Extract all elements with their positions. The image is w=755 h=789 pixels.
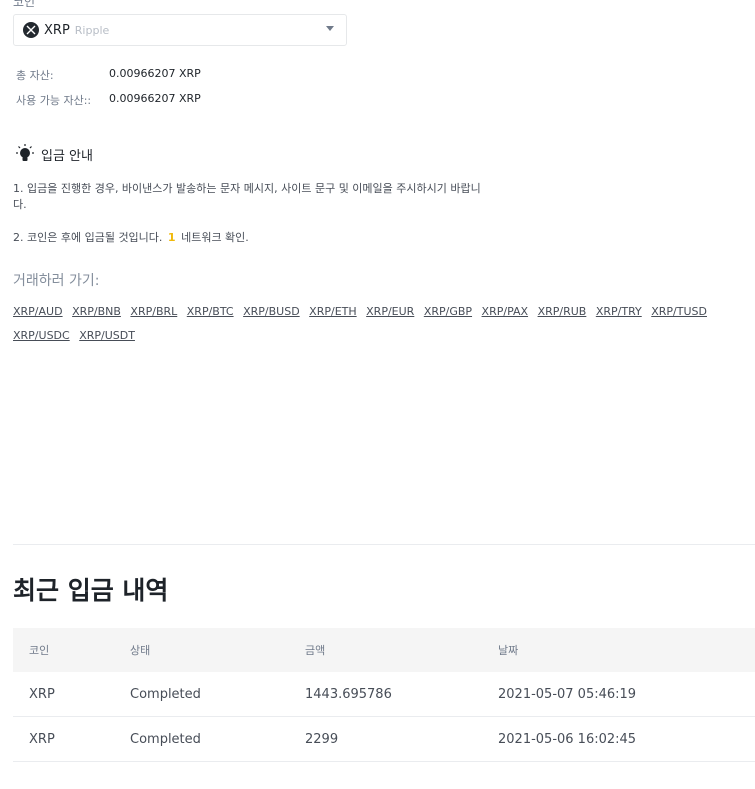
xrp-coin-icon [23, 22, 39, 38]
trading-pair-link[interactable]: XRP/BUSD [243, 305, 300, 318]
trading-pair-link[interactable]: XRP/TRY [596, 305, 642, 318]
row-amount: 2299 [305, 731, 339, 747]
column-header-amount: 금액 [305, 644, 326, 657]
row-date: 2021-05-06 16:02:45 [498, 731, 637, 747]
confirmation-count: 1 [167, 231, 176, 244]
coin-symbol: XRP [44, 22, 70, 38]
lightbulb-icon [16, 144, 34, 161]
guide-line-1: 1. 입금을 진행한 경우, 바이낸스가 발송하는 문자 메시지, 사이트 문구… [13, 182, 481, 211]
available-asset-row: 사용 가능 자산:: 0.00966207 XRP [16, 92, 201, 108]
total-asset-value: 0.00966207 XRP [109, 67, 201, 80]
trading-pair-link[interactable]: XRP/BTC [187, 305, 234, 318]
row-coin: XRP [29, 731, 55, 747]
column-header-date: 날짜 [498, 644, 519, 657]
trading-pair-link[interactable]: XRP/USDT [79, 329, 135, 342]
trading-pair-link[interactable]: XRP/TUSD [651, 305, 707, 318]
trading-pair-link[interactable]: XRP/PAX [482, 305, 529, 318]
caret-down-icon[interactable] [326, 26, 334, 31]
available-asset-label: 사용 가능 자산:: [16, 94, 92, 107]
row-coin: XRP [29, 686, 55, 702]
trade-heading: 거래하러 가기: [13, 273, 100, 289]
row-amount: 1443.695786 [305, 686, 392, 702]
guide-line-2: 2. 코인은 후에 입금될 것입니다. 1 네트워크 확인. [13, 230, 249, 246]
trading-pair-link[interactable]: XRP/BNB [72, 305, 121, 318]
coin-label: 코인 [13, 0, 36, 9]
total-asset-row: 총 자산: 0.00966207 XRP [16, 67, 201, 83]
column-header-coin: 코인 [29, 644, 50, 657]
table-row: XRP Completed 1443.695786 2021-05-07 05:… [13, 672, 755, 717]
row-date: 2021-05-07 05:46:19 [498, 686, 637, 702]
deposit-guide-title: 입금 안내 [14, 143, 93, 165]
recent-deposit-history-title: 최근 입금 내역 [13, 576, 169, 605]
guide-line-2-prefix: 2. 코인은 후에 입금될 것입니다. [13, 231, 163, 244]
trading-pair-link[interactable]: XRP/AUD [13, 305, 63, 318]
column-header-status: 상태 [130, 644, 151, 657]
trading-pair-link[interactable]: XRP/ETH [309, 305, 356, 318]
table-header: 코인 상태 금액 날짜 [13, 628, 755, 672]
trading-pair-link[interactable]: XRP/BRL [130, 305, 177, 318]
trading-pair-link[interactable]: XRP/EUR [366, 305, 414, 318]
total-asset-label: 총 자산: [16, 69, 54, 82]
coin-select-dropdown[interactable]: XRP Ripple [13, 14, 347, 46]
guide-title-text: 입금 안내 [41, 148, 93, 164]
trading-pair-link[interactable]: XRP/GBP [424, 305, 472, 318]
available-asset-value: 0.00966207 XRP [109, 92, 201, 105]
row-status: Completed [130, 686, 201, 702]
section-divider [13, 544, 755, 545]
row-status: Completed [130, 731, 201, 747]
guide-line-2-suffix: 네트워크 확인. [181, 231, 249, 244]
deposit-history-table: 코인 상태 금액 날짜 XRP Completed 1443.695786 20… [13, 628, 755, 762]
trading-pair-link[interactable]: XRP/RUB [538, 305, 587, 318]
trading-pair-link[interactable]: XRP/USDC [13, 329, 70, 342]
table-row: XRP Completed 2299 2021-05-06 16:02:45 [13, 717, 755, 762]
trading-pair-links: XRP/AUD XRP/BNB XRP/BRL XRP/BTC XRP/BUSD… [13, 300, 713, 348]
coin-name: Ripple [74, 23, 110, 37]
